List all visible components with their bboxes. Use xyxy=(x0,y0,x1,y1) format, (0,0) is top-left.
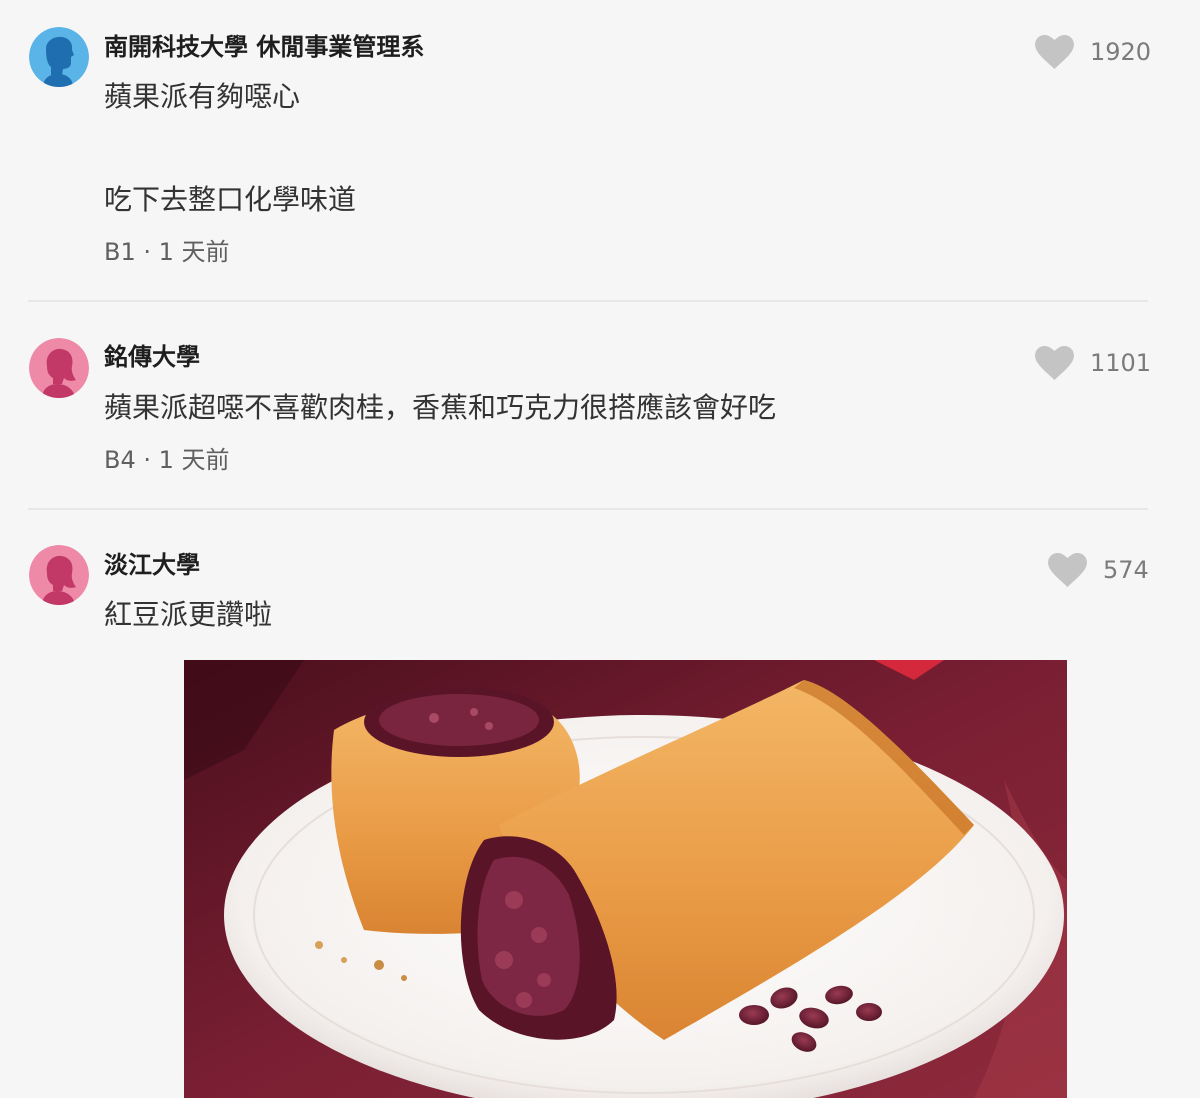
female-avatar-icon[interactable] xyxy=(29,338,89,398)
comment-text-line: 蘋果派超噁不喜歡肉桂，香蕉和巧克力很搭應該會好吃 xyxy=(104,391,777,424)
female-avatar-icon[interactable] xyxy=(29,545,89,605)
like-count: 574 xyxy=(1103,556,1149,584)
comment-meta: B1 · 1 天前 xyxy=(104,237,230,267)
heart-icon xyxy=(1035,35,1074,69)
floor-number: B4 xyxy=(104,446,136,474)
comment-time: 1 天前 xyxy=(158,238,230,266)
like-button[interactable]: 1920 xyxy=(1035,35,1151,69)
heart-icon xyxy=(1035,346,1074,380)
like-count: 1101 xyxy=(1090,349,1152,377)
comment-b4: 銘傳大學 蘋果派超噁不喜歡肉桂，香蕉和巧克力很搭應該會好吃 B4 · 1 天前 … xyxy=(0,302,1200,508)
like-button[interactable]: 574 xyxy=(1048,553,1149,587)
comment-text-line: 紅豆派更讚啦 xyxy=(104,598,273,631)
comment-time: 1 天前 xyxy=(158,446,230,474)
like-count: 1920 xyxy=(1090,38,1152,66)
red-bean-pie-photo[interactable] xyxy=(184,660,1067,1098)
meta-separator: · xyxy=(143,446,152,474)
heart-icon xyxy=(1048,553,1087,587)
floor-number: B1 xyxy=(104,238,136,266)
comment-author[interactable]: 南開科技大學 休閒事業管理系 xyxy=(104,32,424,62)
comment-b1: 南開科技大學 休閒事業管理系 蘋果派有夠噁心 吃下去整口化學味道 B1 · 1 … xyxy=(0,0,1200,300)
male-avatar-icon[interactable] xyxy=(29,27,89,87)
comment-author[interactable]: 淡江大學 xyxy=(104,550,200,580)
comment-text-line: 蘋果派有夠噁心 xyxy=(104,80,301,113)
comment-meta: B4 · 1 天前 xyxy=(104,445,230,475)
like-button[interactable]: 1101 xyxy=(1035,346,1151,380)
comment-text-line: 吃下去整口化學味道 xyxy=(104,183,357,216)
meta-separator: · xyxy=(143,238,152,266)
comment-author[interactable]: 銘傳大學 xyxy=(104,342,200,372)
